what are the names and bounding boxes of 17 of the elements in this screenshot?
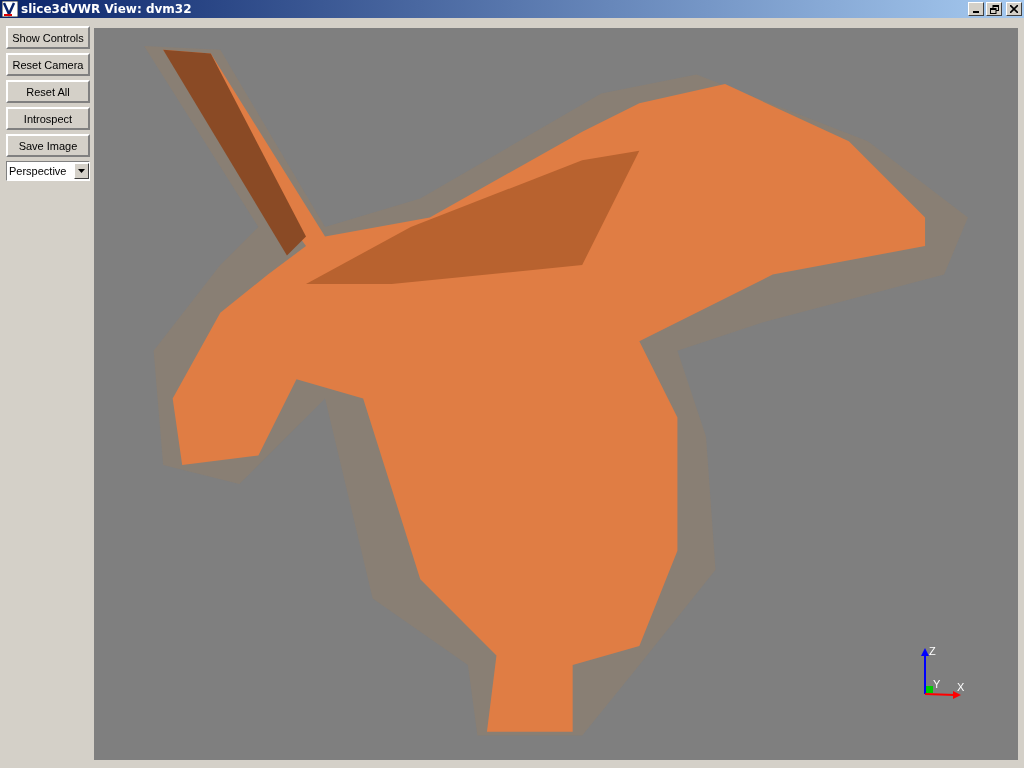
restore-icon <box>989 4 999 14</box>
close-button[interactable] <box>1006 2 1022 16</box>
dropdown-arrow-icon <box>78 169 85 173</box>
toolbar-button[interactable]: Save Image <box>6 134 90 157</box>
axis-label: X <box>957 681 965 693</box>
window-title: slice3dVWR View: dvm32 <box>21 2 192 16</box>
toolbar-button[interactable]: Reset All <box>6 80 90 103</box>
restore-button[interactable] <box>986 2 1002 16</box>
app-icon <box>2 1 18 17</box>
axis-label: Y <box>933 678 941 690</box>
minimize-button[interactable] <box>968 2 984 16</box>
toolbar-button[interactable]: Show Controls <box>6 26 90 49</box>
close-icon <box>1010 5 1018 13</box>
axis-label: Z <box>929 645 936 657</box>
projection-dropdown[interactable]: Perspective <box>6 161 90 181</box>
toolbar-button[interactable]: Reset Camera <box>6 53 90 76</box>
toolbar-button[interactable]: Introspect <box>6 107 90 130</box>
